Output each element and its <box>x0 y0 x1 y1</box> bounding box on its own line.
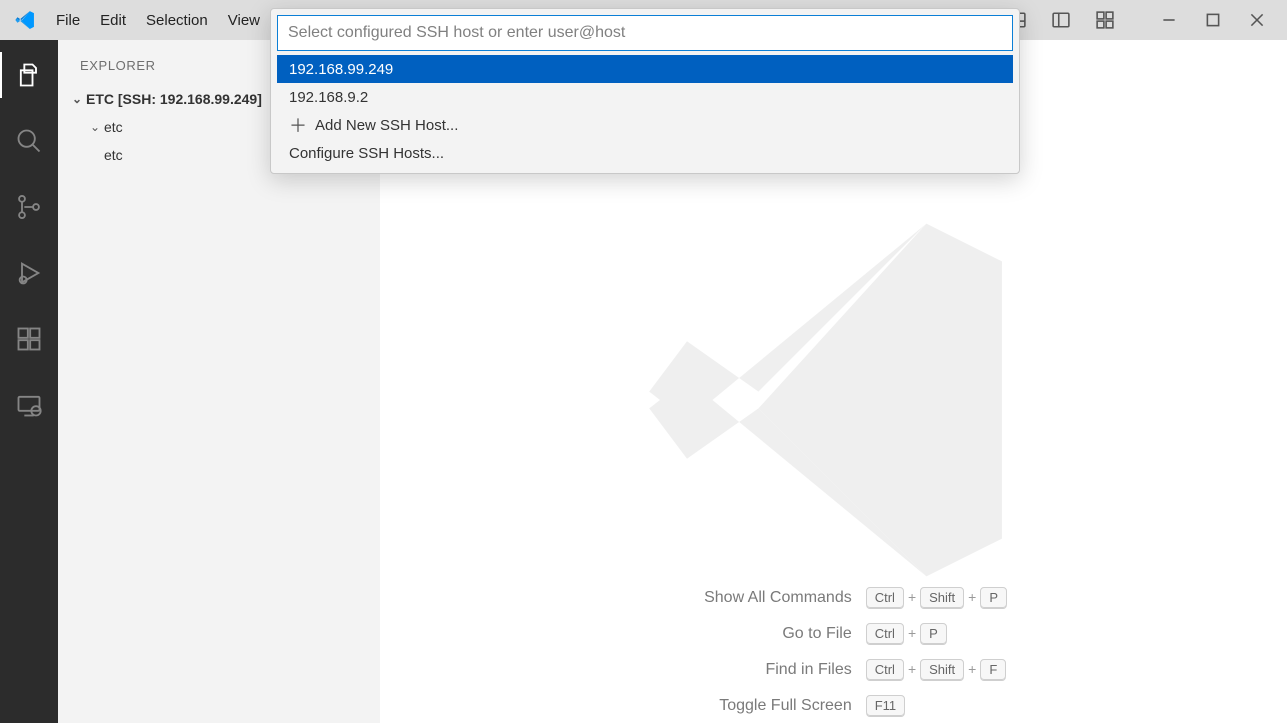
quickpick-item-add[interactable]: ＋ Add New SSH Host... <box>277 111 1013 139</box>
activity-extensions[interactable] <box>0 316 58 362</box>
activity-run-debug[interactable] <box>0 250 58 296</box>
quickpick-item[interactable]: 192.168.9.2 <box>277 83 1013 111</box>
tree-folder-label: etc <box>104 119 123 135</box>
tree-item-label: etc <box>104 147 123 163</box>
layout-customize-icon[interactable] <box>1083 0 1127 40</box>
quickpick-item-label: Add New SSH Host... <box>315 117 458 134</box>
shortcut-label: Go to File <box>704 625 856 643</box>
shortcut-row: Toggle Full Screen F11 <box>704 697 1007 715</box>
key: P <box>980 587 1007 608</box>
key: Shift <box>920 659 964 680</box>
activity-search[interactable] <box>0 118 58 164</box>
menu-file[interactable]: File <box>46 6 90 35</box>
toggle-sidebar-icon[interactable] <box>1039 0 1083 40</box>
shortcut-label: Toggle Full Screen <box>704 697 856 715</box>
key: Ctrl <box>866 659 904 680</box>
key: Ctrl <box>866 623 904 644</box>
key: F <box>980 659 1006 680</box>
shortcut-row: Find in Files Ctrl+Shift+F <box>704 661 1007 679</box>
chevron-down-icon: ⌄ <box>86 120 104 134</box>
tree-root-label: ETC [SSH: 192.168.99.249] <box>86 91 262 107</box>
key: Shift <box>920 587 964 608</box>
quickpick-item-label: 192.168.99.249 <box>289 61 393 78</box>
shortcut-label: Find in Files <box>704 661 856 679</box>
quickpick-ssh: 192.168.99.249 192.168.9.2 ＋ Add New SSH… <box>270 8 1020 174</box>
key: Ctrl <box>866 587 904 608</box>
activity-explorer[interactable] <box>0 52 58 98</box>
quickpick-input[interactable] <box>277 15 1013 51</box>
shortcut-row: Show All Commands Ctrl+Shift+P <box>704 589 1007 607</box>
activity-source-control[interactable] <box>0 184 58 230</box>
quickpick-list: 192.168.99.249 192.168.9.2 ＋ Add New SSH… <box>277 55 1013 167</box>
key: F11 <box>866 695 905 716</box>
vscode-watermark-icon <box>624 190 1044 610</box>
activitybar <box>0 40 58 723</box>
close-button[interactable] <box>1235 0 1279 40</box>
quickpick-item-label: 192.168.9.2 <box>289 89 368 106</box>
quickpick-item-configure[interactable]: Configure SSH Hosts... <box>277 139 1013 167</box>
key: P <box>920 623 947 644</box>
quickpick-item-label: Configure SSH Hosts... <box>289 145 444 162</box>
minimize-button[interactable] <box>1147 0 1191 40</box>
welcome-shortcuts: Show All Commands Ctrl+Shift+P Go to Fil… <box>694 571 1017 723</box>
quickpick-item[interactable]: 192.168.99.249 <box>277 55 1013 83</box>
plus-icon: ＋ <box>289 112 307 138</box>
menu-edit[interactable]: Edit <box>90 6 136 35</box>
shortcut-row: Go to File Ctrl+P <box>704 625 1007 643</box>
menu-selection[interactable]: Selection <box>136 6 218 35</box>
shortcut-label: Show All Commands <box>704 589 856 607</box>
vscode-logo-icon <box>14 9 36 31</box>
activity-remote-explorer[interactable] <box>0 382 58 428</box>
menu-view[interactable]: View <box>218 6 270 35</box>
maximize-button[interactable] <box>1191 0 1235 40</box>
chevron-down-icon: ⌄ <box>68 92 86 106</box>
